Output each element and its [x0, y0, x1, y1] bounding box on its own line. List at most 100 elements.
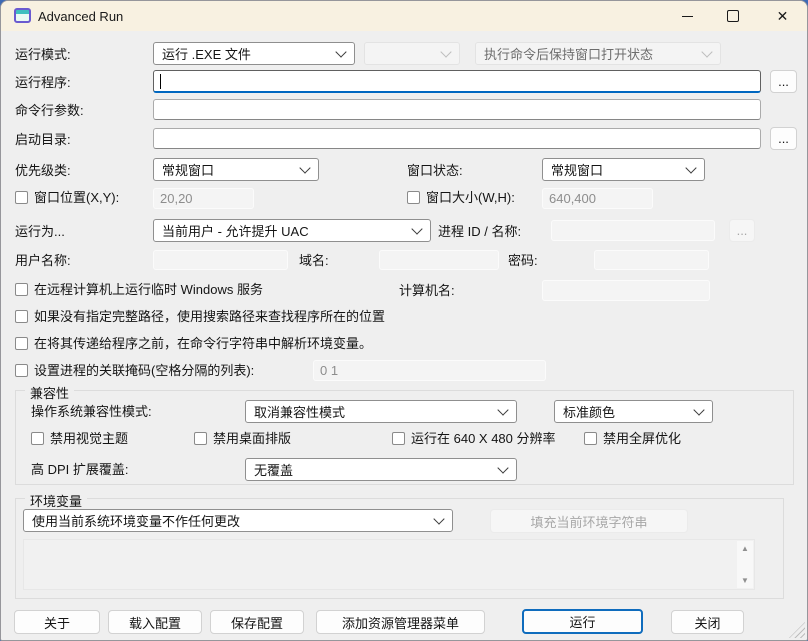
resolve-env-label: 在将其传递给程序之前，在命令行字符串中解析环境变量。: [34, 336, 372, 352]
os-compat-value: 取消兼容性模式: [254, 402, 345, 421]
window-state-label: 窗口状态:: [407, 163, 463, 179]
remote-service-label: 在远程计算机上运行临时 Windows 服务: [34, 282, 263, 298]
env-mode-select[interactable]: 使用当前系统环境变量不作任何更改: [23, 509, 453, 532]
window-size-label: 窗口大小(W,H):: [426, 190, 515, 206]
close-icon: ✕: [777, 8, 789, 25]
keep-window-value: 执行命令后保持窗口打开状态: [484, 44, 653, 63]
window-size-checkbox[interactable]: [407, 191, 420, 204]
keep-window-select: 执行命令后保持窗口打开状态: [475, 42, 721, 65]
affinity-input: [313, 360, 546, 381]
disable-desktop-composition-label: 禁用桌面排版: [213, 431, 291, 447]
run-as-select[interactable]: 当前用户 - 允许提升 UAC: [153, 219, 431, 242]
chevron-down-icon: [497, 404, 508, 415]
scroll-down-icon[interactable]: ▼: [741, 573, 749, 588]
about-button[interactable]: 关于: [14, 610, 100, 634]
priority-label: 优先级类:: [15, 163, 71, 179]
close-dialog-button[interactable]: 关闭: [671, 610, 744, 634]
disable-fullscreen-opt-checkbox[interactable]: [584, 432, 597, 445]
os-compat-label: 操作系统兼容性模式:: [31, 404, 152, 420]
color-mode-value: 标准颜色: [563, 402, 615, 421]
run-mode-select[interactable]: 运行 .EXE 文件: [153, 42, 355, 65]
window-pos-checkbox[interactable]: [15, 191, 28, 204]
disable-fullscreen-opt-label: 禁用全屏优化: [603, 431, 681, 447]
affinity-label: 设置进程的关联掩码(空格分隔的列表):: [34, 363, 254, 379]
os-compat-select[interactable]: 取消兼容性模式: [245, 400, 517, 423]
resize-grip[interactable]: [789, 622, 805, 638]
window-pos-input: [153, 188, 254, 209]
program-label: 运行程序:: [15, 75, 71, 91]
environment-legend: 环境变量: [25, 491, 87, 510]
domain-input: [379, 250, 499, 270]
run-640x480-label: 运行在 640 X 480 分辨率: [411, 431, 556, 447]
add-explorer-menu-button[interactable]: 添加资源管理器菜单: [316, 610, 485, 634]
affinity-checkbox[interactable]: [15, 364, 28, 377]
process-id-browse-button: ...: [729, 219, 755, 242]
chevron-down-icon: [440, 46, 451, 57]
start-dir-label: 启动目录:: [15, 132, 71, 148]
run-640x480-checkbox[interactable]: [392, 432, 405, 445]
chevron-down-icon: [299, 162, 310, 173]
chevron-down-icon: [497, 462, 508, 473]
use-search-path-checkbox[interactable]: [15, 310, 28, 323]
chevron-down-icon: [433, 513, 444, 524]
resolve-env-checkbox[interactable]: [15, 337, 28, 350]
minimize-button[interactable]: [664, 1, 710, 31]
app-icon: [14, 8, 31, 23]
computer-name-label: 计算机名:: [399, 283, 455, 299]
chevron-down-icon: [685, 162, 696, 173]
disable-visual-themes-label: 禁用视觉主题: [50, 431, 128, 447]
title-bar: Advanced Run ✕: [1, 1, 807, 31]
process-id-input: [551, 220, 715, 241]
window-state-value: 常规窗口: [551, 160, 603, 179]
chevron-down-icon: [411, 223, 422, 234]
dpi-override-select[interactable]: 无覆盖: [245, 458, 517, 481]
username-label: 用户名称:: [15, 253, 71, 269]
text-caret: [160, 74, 161, 89]
program-input[interactable]: [153, 70, 761, 93]
run-mode-extra-select: [364, 42, 460, 65]
remote-service-checkbox[interactable]: [15, 283, 28, 296]
computer-name-input: [542, 280, 710, 301]
window-pos-label: 窗口位置(X,Y):: [34, 190, 119, 206]
minimize-icon: [682, 16, 693, 17]
password-input: [594, 250, 709, 270]
chevron-down-icon: [335, 46, 346, 57]
env-scrollbar[interactable]: ▲ ▼: [737, 541, 753, 588]
cmdline-input[interactable]: [153, 99, 761, 120]
username-input: [153, 250, 288, 270]
chevron-down-icon: [701, 46, 712, 57]
chevron-down-icon: [693, 404, 704, 415]
run-mode-value: 运行 .EXE 文件: [162, 44, 251, 63]
close-button[interactable]: ✕: [758, 1, 807, 31]
load-config-button[interactable]: 载入配置: [108, 610, 202, 634]
scroll-up-icon[interactable]: ▲: [741, 541, 749, 556]
run-as-value: 当前用户 - 允许提升 UAC: [162, 221, 309, 240]
domain-label: 域名:: [299, 253, 329, 269]
start-dir-input[interactable]: [153, 128, 761, 149]
window-state-select[interactable]: 常规窗口: [542, 158, 705, 181]
color-mode-select[interactable]: 标准颜色: [554, 400, 713, 423]
maximize-button[interactable]: [710, 1, 756, 31]
disable-visual-themes-checkbox[interactable]: [31, 432, 44, 445]
run-button[interactable]: 运行: [522, 609, 643, 634]
process-id-label: 进程 ID / 名称:: [438, 224, 521, 240]
save-config-button[interactable]: 保存配置: [210, 610, 304, 634]
use-search-path-label: 如果没有指定完整路径，使用搜索路径来查找程序所在的位置: [34, 309, 385, 325]
maximize-icon: [727, 10, 739, 22]
priority-select[interactable]: 常规窗口: [153, 158, 319, 181]
advanced-run-window: Advanced Run ✕ 运行模式: 运行 .EXE 文件 执行命令后保持窗…: [0, 0, 808, 641]
start-dir-browse-button[interactable]: ...: [770, 127, 797, 150]
env-text-area: ▲ ▼: [23, 539, 755, 590]
disable-desktop-composition-checkbox[interactable]: [194, 432, 207, 445]
window-size-input: [542, 188, 653, 209]
password-label: 密码:: [508, 253, 538, 269]
dpi-override-label: 高 DPI 扩展覆盖:: [31, 462, 129, 478]
program-browse-button[interactable]: ...: [770, 70, 797, 93]
run-mode-label: 运行模式:: [15, 47, 71, 63]
run-as-label: 运行为...: [15, 224, 65, 240]
priority-value: 常规窗口: [162, 160, 214, 179]
compatibility-legend: 兼容性: [25, 383, 74, 402]
cmdline-label: 命令行参数:: [15, 103, 84, 119]
dpi-override-value: 无覆盖: [254, 460, 293, 479]
window-title: Advanced Run: [38, 9, 123, 24]
